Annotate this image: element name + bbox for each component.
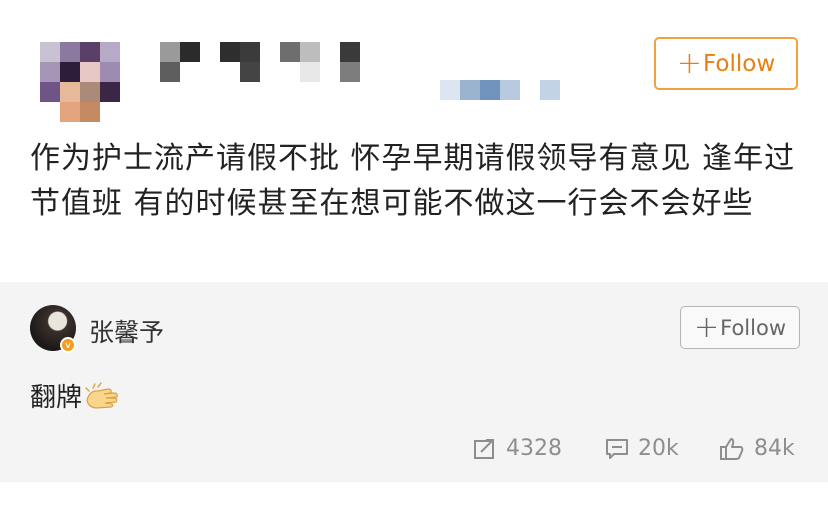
repost-username[interactable]: 张馨予	[89, 313, 164, 349]
poster-avatar-pixelated[interactable]	[40, 42, 120, 122]
clapping-hands-emoji	[85, 381, 118, 409]
repost-text-row: 翻牌	[30, 377, 122, 414]
post-text: 作为护士流产请假不批 怀孕早期请假领导有意见 逢年过节值班 有的时候甚至在想可能…	[30, 141, 796, 221]
repost-follow-button[interactable]: + Follow	[680, 306, 800, 349]
verified-badge-icon: v	[60, 337, 76, 353]
original-post: + Follow 作为护士流产请假不批 怀孕早期请假领导有意见 逢年过节值班 有…	[0, 0, 828, 282]
follow-button[interactable]: + Follow	[654, 37, 798, 90]
follow-label: Follow	[702, 50, 776, 77]
like-icon	[720, 437, 744, 460]
bottom-spacer	[0, 482, 828, 513]
plus-icon: +	[676, 45, 702, 81]
repost-count: 4328	[506, 436, 562, 461]
repost-stat[interactable]: 4328	[473, 436, 562, 461]
poster-name-pixelated[interactable]	[160, 42, 360, 82]
follow-label: Follow	[720, 315, 786, 340]
like-stat[interactable]: 84k	[719, 436, 795, 461]
comment-count: 20k	[638, 436, 679, 461]
post-meta-pixelated	[440, 80, 560, 100]
comment-icon	[606, 438, 628, 459]
like-count: 84k	[754, 436, 795, 461]
repost-text: 翻牌	[30, 383, 83, 413]
share-icon	[474, 438, 494, 459]
comment-stat[interactable]: 20k	[605, 436, 679, 461]
plus-icon: +	[693, 309, 720, 345]
